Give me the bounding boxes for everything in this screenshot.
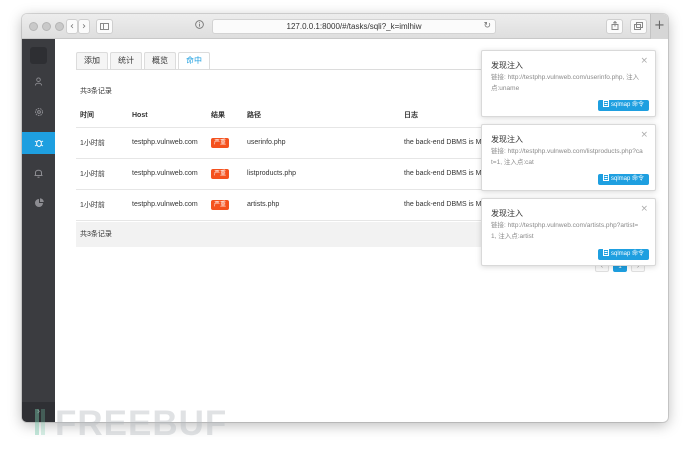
minimize-window-button[interactable] <box>42 22 51 31</box>
close-icon[interactable]: × <box>640 56 648 66</box>
notification-message: 链接: http://testphp.vulnweb.com/userinfo.… <box>491 74 640 92</box>
cell-result: 严重 <box>207 127 243 159</box>
results-table: 时间 Host 结果 路径 日志 1小时前 testphp.vulnweb.co… <box>76 104 506 221</box>
column-header-time: 时间 <box>76 104 128 128</box>
close-icon[interactable]: × <box>640 130 648 140</box>
notification-message: 链接: http://testphp.vulnweb.com/listprodu… <box>491 148 643 166</box>
sqlmap-command-button[interactable]: sqlmap 命令 <box>597 249 649 260</box>
notification-message: 链接: http://testphp.vulnweb.com/artists.p… <box>491 222 639 240</box>
cell-host: testphp.vulnweb.com <box>128 127 207 159</box>
severity-badge: 严重 <box>211 137 230 148</box>
document-icon <box>602 249 609 256</box>
notification-card: 发现注入 × 链接: http://testphp.vulnweb.com/us… <box>481 50 656 117</box>
cell-host: testphp.vulnweb.com <box>128 189 207 221</box>
tab-hits[interactable]: 命中 <box>178 52 210 70</box>
freebuf-watermark: FREEBUF <box>35 400 235 446</box>
notification-card: 发现注入 × 链接: http://testphp.vulnweb.com/ar… <box>481 198 656 266</box>
reload-icon[interactable]: ↻ <box>483 20 491 33</box>
sqlmap-command-button[interactable]: sqlmap 命令 <box>597 100 649 111</box>
new-tab-icon[interactable]: + <box>650 14 668 39</box>
column-header-result: 结果 <box>207 104 243 128</box>
share-icon[interactable] <box>606 19 623 34</box>
pie-chart-icon[interactable] <box>22 192 55 214</box>
cell-path: artists.php <box>243 189 400 221</box>
tabs-icon[interactable] <box>630 19 647 34</box>
bell-icon[interactable] <box>22 162 55 184</box>
cell-result: 严重 <box>207 189 243 221</box>
severity-badge: 严重 <box>211 168 230 179</box>
browser-toolbar: ‹ › 127.0.0.1:8000/#/tasks/sqli?_k=imlhi… <box>22 14 668 39</box>
cell-time: 1小时前 <box>76 158 128 190</box>
tab-stats[interactable]: 统计 <box>110 52 142 69</box>
notification-title: 发现注入 <box>491 135 523 144</box>
cell-host: testphp.vulnweb.com <box>128 158 207 190</box>
cell-time: 1小时前 <box>76 189 128 221</box>
table-header-row: 时间 Host 结果 路径 日志 <box>76 104 506 128</box>
watermark-text: FREEBUF <box>55 404 228 443</box>
table-row[interactable]: 1小时前 testphp.vulnweb.com 严重 userinfo.php… <box>76 127 506 159</box>
sidebar: › <box>22 39 55 422</box>
settings-icon[interactable] <box>22 101 55 123</box>
column-header-path: 路径 <box>243 104 400 128</box>
record-count: 共3条记录 <box>80 88 112 95</box>
tab-divider <box>76 69 486 70</box>
document-icon <box>602 174 609 181</box>
freebuf-logo-icon <box>35 409 45 435</box>
notification-title: 发现注入 <box>491 209 523 218</box>
notification-card: 发现注入 × 链接: http://testphp.vulnweb.com/li… <box>481 124 656 191</box>
table-row[interactable]: 1小时前 testphp.vulnweb.com 严重 listproducts… <box>76 158 506 190</box>
zoom-window-button[interactable] <box>55 22 64 31</box>
app-logo[interactable] <box>30 47 47 64</box>
cell-result: 严重 <box>207 158 243 190</box>
severity-badge: 严重 <box>211 199 230 210</box>
record-count-footer: 共3条记录 <box>76 222 506 247</box>
document-icon <box>602 100 609 107</box>
sqlmap-command-button[interactable]: sqlmap 命令 <box>597 174 649 185</box>
info-icon[interactable] <box>192 19 207 34</box>
address-bar[interactable]: 127.0.0.1:8000/#/tasks/sqli?_k=imlhiw ↻ <box>212 19 496 34</box>
browser-window: ‹ › 127.0.0.1:8000/#/tasks/sqli?_k=imlhi… <box>22 14 668 422</box>
bug-icon[interactable] <box>22 132 55 154</box>
cell-time: 1小时前 <box>76 127 128 159</box>
close-window-button[interactable] <box>29 22 38 31</box>
notification-title: 发现注入 <box>491 61 523 70</box>
back-icon[interactable]: ‹ <box>66 19 78 34</box>
tab-overview[interactable]: 概览 <box>144 52 176 69</box>
forward-icon[interactable]: › <box>78 19 90 34</box>
cell-path: listproducts.php <box>243 158 400 190</box>
tab-bar: 添加 统计 概览 命中 <box>76 52 210 70</box>
close-icon[interactable]: × <box>640 204 648 214</box>
user-icon[interactable] <box>22 71 55 93</box>
url-text: 127.0.0.1:8000/#/tasks/sqli?_k=imlhiw <box>286 22 422 31</box>
column-header-host: Host <box>128 104 207 128</box>
cell-path: userinfo.php <box>243 127 400 159</box>
tab-add[interactable]: 添加 <box>76 52 108 69</box>
sidebar-toggle-icon[interactable] <box>96 19 113 34</box>
table-row[interactable]: 1小时前 testphp.vulnweb.com 严重 artists.php … <box>76 189 506 221</box>
